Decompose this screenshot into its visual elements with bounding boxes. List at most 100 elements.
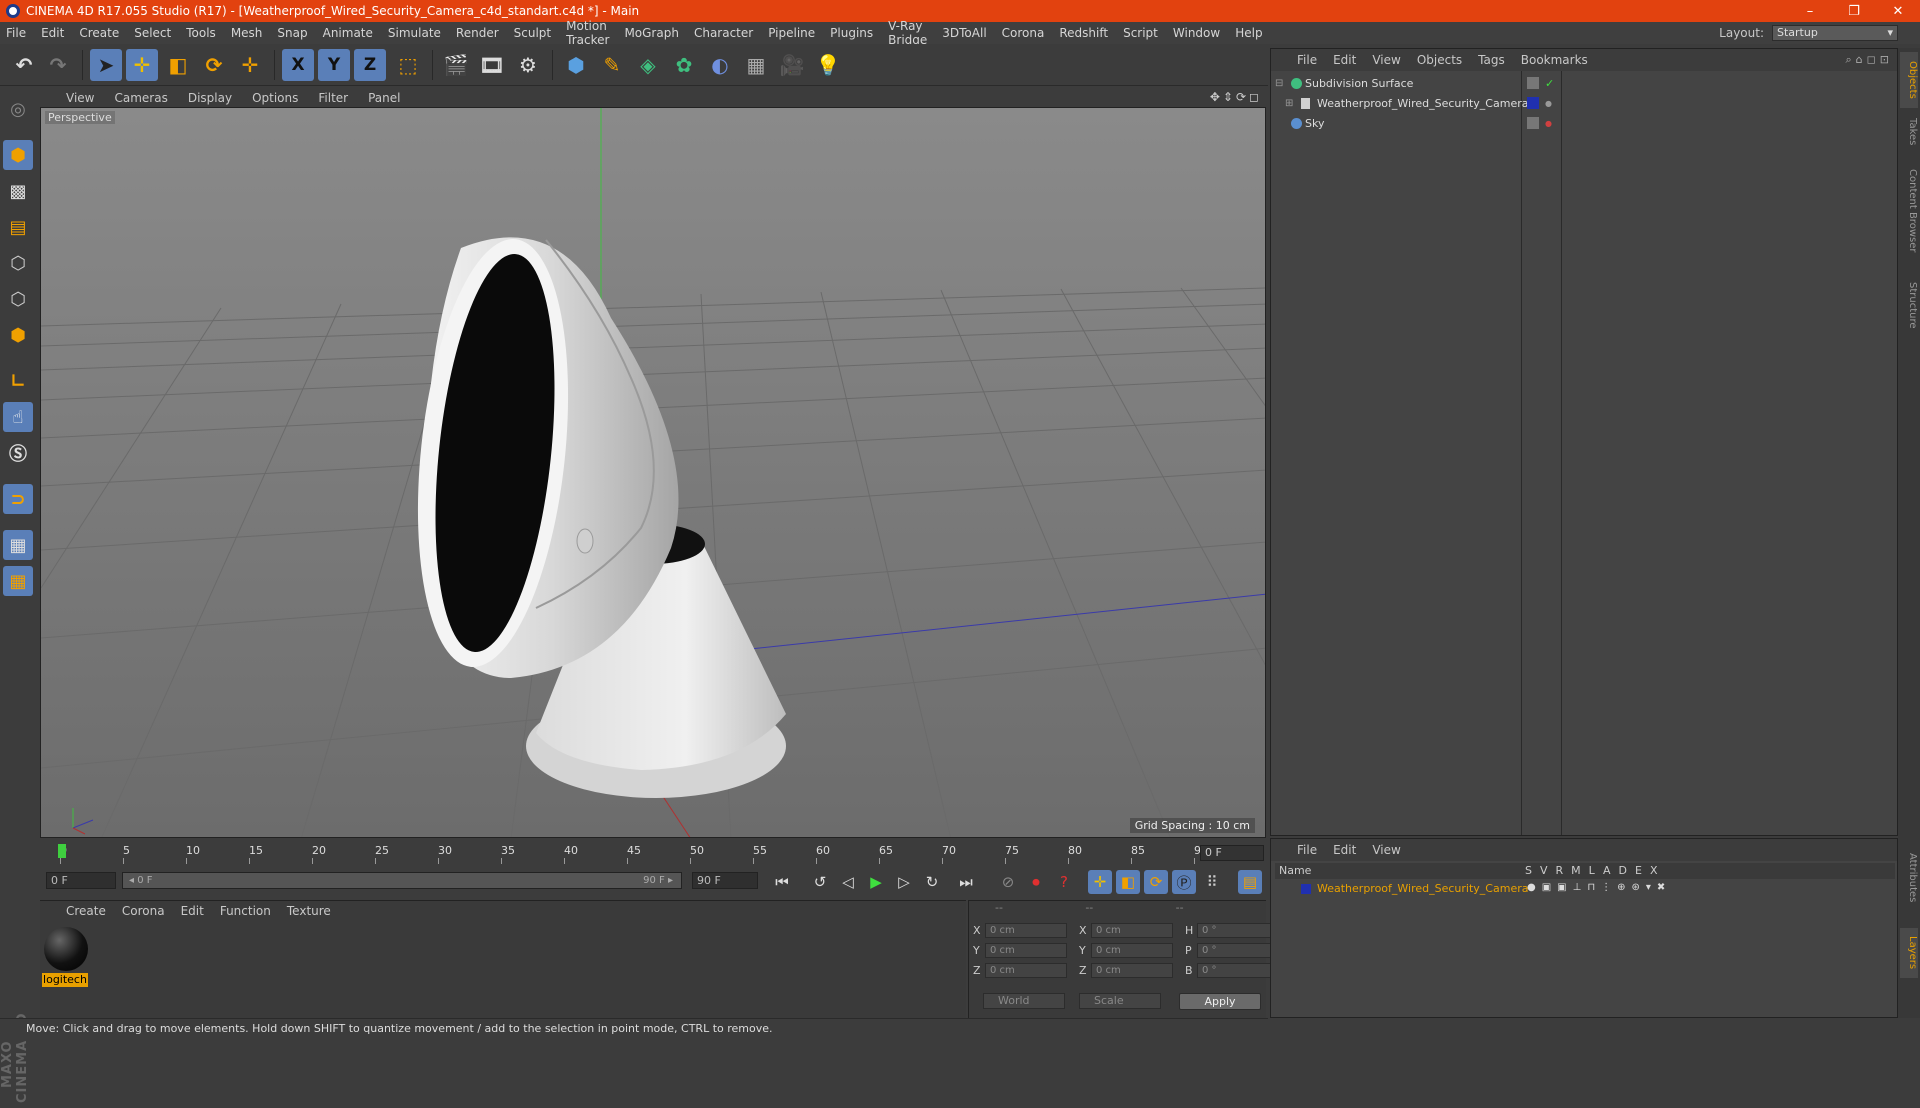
- coordinate-system-icon[interactable]: ⬚: [392, 49, 424, 81]
- layers-menu-view[interactable]: View: [1372, 843, 1400, 857]
- menu-select[interactable]: Select: [134, 26, 171, 40]
- pen-spline-icon[interactable]: ✎: [596, 49, 628, 81]
- cube-primitive-icon[interactable]: ⬢: [560, 49, 592, 81]
- object-name[interactable]: Sky: [1305, 117, 1324, 130]
- rotation-b-field[interactable]: 0 °: [1197, 962, 1279, 978]
- layers-menu-file[interactable]: File: [1297, 843, 1317, 857]
- planar-workplane-icon[interactable]: ▦: [3, 566, 33, 596]
- tab-layers[interactable]: Layers: [1900, 928, 1918, 978]
- menu-file[interactable]: File: [6, 26, 26, 40]
- objects-menu-bookmarks[interactable]: Bookmarks: [1521, 53, 1588, 67]
- tab-takes[interactable]: Takes: [1900, 112, 1918, 152]
- go-to-end-icon[interactable]: ⏭: [954, 870, 978, 894]
- floor-icon[interactable]: ▦: [740, 49, 772, 81]
- magnet-icon[interactable]: ⊃: [3, 484, 33, 514]
- tab-attributes[interactable]: Attributes: [1900, 838, 1918, 918]
- viewport-camera-label[interactable]: Perspective: [45, 111, 115, 124]
- layout-select[interactable]: Startup: [1772, 25, 1898, 41]
- move-tool-icon[interactable]: ✛: [126, 49, 158, 81]
- y-axis-lock-button[interactable]: Y: [318, 49, 350, 81]
- tweak-mode-icon[interactable]: ☝: [3, 402, 33, 432]
- material-menu-create[interactable]: Create: [66, 904, 106, 918]
- viewport-navigation-icons[interactable]: ✥⇕⟳◻: [1210, 90, 1262, 104]
- light-icon[interactable]: 💡: [812, 49, 844, 81]
- edges-mode-icon[interactable]: ⬡: [3, 284, 33, 314]
- material-menu-edit[interactable]: Edit: [181, 904, 204, 918]
- menu-sculpt[interactable]: Sculpt: [514, 26, 551, 40]
- snapping-icon[interactable]: Ⓢ: [3, 438, 33, 468]
- playhead-marker[interactable]: [58, 844, 66, 858]
- object-name[interactable]: Subdivision Surface: [1305, 77, 1413, 90]
- menu-tools[interactable]: Tools: [186, 26, 216, 40]
- object-row-sky[interactable]: Sky ●: [1271, 113, 1897, 133]
- objects-menu-objects[interactable]: Objects: [1417, 53, 1462, 67]
- camera-icon[interactable]: 🎥: [776, 49, 808, 81]
- viewport-menu-panel[interactable]: Panel: [368, 91, 400, 105]
- material-menu-corona[interactable]: Corona: [122, 904, 165, 918]
- layer-row[interactable]: Weatherproof_Wired_Security_Camera ●▣▣⊥⊓…: [1275, 881, 1895, 897]
- menu-render[interactable]: Render: [456, 26, 499, 40]
- apply-button[interactable]: Apply: [1179, 993, 1261, 1010]
- menu-mograph[interactable]: MoGraph: [624, 26, 679, 40]
- deformer-icon[interactable]: ◐: [704, 49, 736, 81]
- rotate-tool-icon[interactable]: ⟳: [198, 49, 230, 81]
- objects-menu-tags[interactable]: Tags: [1478, 53, 1505, 67]
- record-point-level-icon[interactable]: ⠿: [1200, 870, 1224, 894]
- record-active-icon[interactable]: ⏺: [1024, 870, 1048, 894]
- timeline-ruler[interactable]: 0 5 10 15 20 25 30 35 40 45 50 55 60 65 …: [40, 842, 1266, 864]
- expand-icon[interactable]: ⊞: [1285, 98, 1293, 109]
- start-frame-field[interactable]: 0 F: [46, 872, 116, 889]
- z-axis-lock-button[interactable]: Z: [354, 49, 386, 81]
- menu-redshift[interactable]: Redshift: [1059, 26, 1108, 40]
- position-x-field[interactable]: 0 cm: [985, 922, 1067, 938]
- restore-button[interactable]: ❐: [1832, 4, 1876, 19]
- minimize-button[interactable]: –: [1788, 4, 1832, 19]
- size-y-field[interactable]: 0 cm: [1091, 942, 1173, 958]
- tab-objects[interactable]: Objects: [1900, 52, 1918, 108]
- render-settings-icon[interactable]: ⚙: [512, 49, 544, 81]
- model-mode-icon[interactable]: ⬢: [3, 140, 33, 170]
- close-button[interactable]: ✕: [1876, 4, 1920, 19]
- rotation-p-field[interactable]: 0 °: [1197, 942, 1279, 958]
- position-y-field[interactable]: 0 cm: [985, 942, 1067, 958]
- workplane-mode-icon[interactable]: ▤: [3, 212, 33, 242]
- material-menu-texture[interactable]: Texture: [287, 904, 331, 918]
- polygons-mode-icon[interactable]: ⬢: [3, 320, 33, 350]
- editor-visibility-icon[interactable]: [1527, 117, 1539, 129]
- record-scale-icon[interactable]: ◧: [1116, 870, 1140, 894]
- record-rotation-icon[interactable]: ⟳: [1144, 870, 1168, 894]
- play-icon[interactable]: ▶: [864, 870, 888, 894]
- menu-vray-bridge[interactable]: V-Ray Bridge: [888, 19, 927, 47]
- size-x-field[interactable]: 0 cm: [1091, 922, 1173, 938]
- scale-tool-icon[interactable]: ◧: [162, 49, 194, 81]
- layer-toggle-icons[interactable]: ●▣▣⊥⊓⋮⊕⊛▾✖: [1527, 882, 1671, 893]
- material-name-label[interactable]: logitech: [42, 973, 88, 987]
- visibility-dots-icon[interactable]: ●: [1545, 99, 1552, 108]
- viewport-menu-filter[interactable]: Filter: [318, 91, 348, 105]
- size-z-field[interactable]: 0 cm: [1091, 962, 1173, 978]
- cloner-icon[interactable]: ✿: [668, 49, 700, 81]
- record-parameter-icon[interactable]: Ⓟ: [1172, 870, 1196, 894]
- current-frame-field[interactable]: 0 F: [1200, 845, 1264, 861]
- visibility-dots-icon[interactable]: ●: [1545, 119, 1552, 128]
- previous-keyframe-icon[interactable]: ↺: [808, 870, 832, 894]
- menu-window[interactable]: Window: [1173, 26, 1220, 40]
- next-frame-icon[interactable]: ▷: [892, 870, 916, 894]
- object-row-subdivision-surface[interactable]: ⊟ Subdivision Surface ✓: [1271, 73, 1897, 93]
- layers-menu-edit[interactable]: Edit: [1333, 843, 1356, 857]
- menu-plugins[interactable]: Plugins: [830, 26, 873, 40]
- viewport-menu-view[interactable]: View: [66, 91, 94, 105]
- layer-color-swatch[interactable]: [1301, 884, 1311, 894]
- texture-mode-icon[interactable]: ▩: [3, 176, 33, 206]
- menu-snap[interactable]: Snap: [277, 26, 307, 40]
- make-editable-icon[interactable]: ◎: [3, 94, 33, 124]
- menu-mesh[interactable]: Mesh: [231, 26, 263, 40]
- x-axis-lock-button[interactable]: X: [282, 49, 314, 81]
- keyframe-selection-icon[interactable]: ⊘: [996, 870, 1020, 894]
- menu-character[interactable]: Character: [694, 26, 753, 40]
- object-name[interactable]: Weatherproof_Wired_Security_Camera: [1317, 97, 1528, 110]
- object-manager-tool-icons[interactable]: ⌕⌂◻⊡: [1846, 53, 1894, 67]
- 3d-viewport[interactable]: Perspective Grid Spacing : 10 cm: [40, 107, 1266, 838]
- objects-menu-file[interactable]: File: [1297, 53, 1317, 67]
- objects-menu-view[interactable]: View: [1372, 53, 1400, 67]
